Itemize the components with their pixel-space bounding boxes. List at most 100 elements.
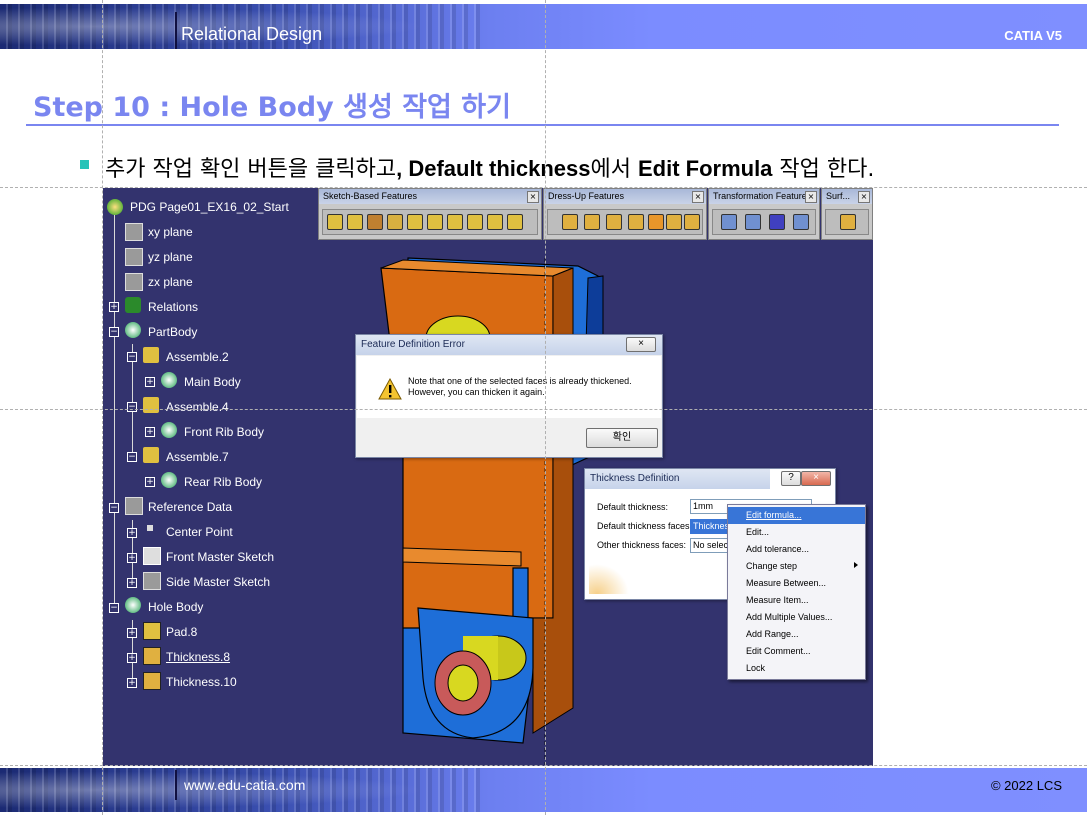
split-icon[interactable] bbox=[840, 214, 856, 230]
expand-icon[interactable]: + bbox=[127, 578, 137, 588]
menu-item-edit[interactable]: Edit... bbox=[728, 524, 865, 541]
menu-item-measure-between[interactable]: Measure Between... bbox=[728, 575, 865, 592]
expand-icon[interactable]: + bbox=[145, 427, 155, 437]
menu-item-lock[interactable]: Lock bbox=[728, 660, 865, 677]
menu-item-measure-item[interactable]: Measure Item... bbox=[728, 592, 865, 609]
tree-item-pad-8[interactable]: Pad.8 bbox=[166, 625, 197, 639]
expand-icon[interactable]: + bbox=[145, 377, 155, 387]
translation-icon[interactable] bbox=[721, 214, 737, 230]
hole-icon[interactable] bbox=[387, 214, 403, 230]
spec-tree[interactable]: PDG Page01_EX16_02_Start xy plane yz pla… bbox=[103, 188, 303, 698]
close-icon[interactable]: × bbox=[527, 191, 539, 203]
collapse-icon[interactable]: − bbox=[127, 452, 137, 462]
close-icon[interactable]: × bbox=[858, 191, 870, 203]
thread-icon[interactable] bbox=[666, 214, 682, 230]
pocket-icon[interactable] bbox=[347, 214, 363, 230]
plane-icon bbox=[125, 273, 143, 291]
menu-item-change-step[interactable]: Change step bbox=[728, 558, 865, 575]
chamfer-icon[interactable] bbox=[584, 214, 600, 230]
slide-title: Step 10 : Hole Body 생성 작업 하기 bbox=[33, 92, 511, 123]
remove-face-icon[interactable] bbox=[684, 214, 700, 230]
expand-icon[interactable]: + bbox=[127, 528, 137, 538]
expand-icon[interactable]: + bbox=[127, 553, 137, 563]
help-button[interactable]: ? bbox=[781, 471, 801, 486]
tree-item-center-point[interactable]: Center Point bbox=[166, 525, 233, 539]
tree-item-xy-plane[interactable]: xy plane bbox=[148, 225, 193, 239]
expand-icon[interactable]: + bbox=[145, 477, 155, 487]
header-right-title: CATIA V5 bbox=[1004, 28, 1062, 43]
collapse-icon[interactable]: − bbox=[109, 327, 119, 337]
remove-loft-icon[interactable] bbox=[507, 214, 523, 230]
tree-item-partbody[interactable]: PartBody bbox=[148, 325, 197, 339]
mirror-icon[interactable] bbox=[745, 214, 761, 230]
shaft-icon[interactable] bbox=[367, 214, 383, 230]
tree-item-relations[interactable]: Relations bbox=[148, 300, 198, 314]
close-button[interactable]: × bbox=[801, 471, 831, 486]
collapse-icon[interactable]: − bbox=[127, 352, 137, 362]
pad-icon[interactable] bbox=[327, 214, 343, 230]
expand-icon[interactable]: + bbox=[109, 302, 119, 312]
tree-item-thickness-10[interactable]: Thickness.10 bbox=[166, 675, 237, 689]
menu-item-edit-formula[interactable]: Edit formula... bbox=[728, 507, 865, 524]
dialog-title: Feature Definition Error bbox=[356, 335, 662, 355]
close-icon[interactable]: × bbox=[692, 191, 704, 203]
tree-item-zx-plane[interactable]: zx plane bbox=[148, 275, 193, 289]
toolbar-icon-row bbox=[322, 209, 538, 235]
tree-item-assemble-4[interactable]: Assemble.4 bbox=[166, 400, 229, 414]
close-button[interactable]: × bbox=[626, 337, 656, 352]
relations-icon bbox=[125, 297, 141, 313]
menu-item-add-multiple-values[interactable]: Add Multiple Values... bbox=[728, 609, 865, 626]
close-icon[interactable]: × bbox=[805, 191, 817, 203]
tree-item-front-rib-body[interactable]: Front Rib Body bbox=[184, 425, 264, 439]
catia-viewport[interactable]: Sketch-Based Features × Dress-Up Feature… bbox=[103, 188, 873, 766]
instruction-text: 추가 작업 확인 버튼을 클릭하고, Default thickness에서 E… bbox=[105, 151, 874, 183]
tree-item-reference-data[interactable]: Reference Data bbox=[148, 500, 232, 514]
menu-item-edit-comment[interactable]: Edit Comment... bbox=[728, 643, 865, 660]
expand-icon[interactable]: + bbox=[127, 653, 137, 663]
stiffener-icon[interactable] bbox=[467, 214, 483, 230]
toolbar-transformation-features[interactable]: Transformation Features × bbox=[708, 188, 820, 240]
pattern-icon[interactable] bbox=[769, 214, 785, 230]
loft-icon[interactable] bbox=[487, 214, 503, 230]
scaling-icon[interactable] bbox=[793, 214, 809, 230]
tree-item-hole-body[interactable]: Hole Body bbox=[148, 600, 203, 614]
groove-icon[interactable] bbox=[407, 214, 423, 230]
part-icon bbox=[107, 199, 123, 215]
tree-item-thickness-8[interactable]: Thickness.8 bbox=[166, 650, 230, 664]
context-menu[interactable]: Edit formula... Edit... Add tolerance...… bbox=[727, 504, 866, 680]
tree-item-main-body[interactable]: Main Body bbox=[184, 375, 241, 389]
collapse-icon[interactable]: − bbox=[109, 603, 119, 613]
expand-icon[interactable]: + bbox=[127, 628, 137, 638]
rib-icon[interactable] bbox=[427, 214, 443, 230]
slot-icon[interactable] bbox=[447, 214, 463, 230]
tree-root[interactable]: PDG Page01_EX16_02_Start bbox=[130, 200, 289, 214]
toolbar-sketch-based-features[interactable]: Sketch-Based Features × bbox=[318, 188, 542, 240]
tree-item-front-master-sketch[interactable]: Front Master Sketch bbox=[166, 550, 274, 564]
tree-item-assemble-2[interactable]: Assemble.2 bbox=[166, 350, 229, 364]
sketch-icon bbox=[143, 547, 161, 565]
tree-item-side-master-sketch[interactable]: Side Master Sketch bbox=[166, 575, 270, 589]
expand-icon[interactable]: + bbox=[127, 678, 137, 688]
draft-icon[interactable] bbox=[606, 214, 622, 230]
menu-item-add-tolerance[interactable]: Add tolerance... bbox=[728, 541, 865, 558]
tree-item-yz-plane[interactable]: yz plane bbox=[148, 250, 193, 264]
error-message-line2: However, you can thicken it again. bbox=[408, 387, 545, 397]
thickness-icon[interactable] bbox=[648, 214, 664, 230]
feature-definition-error-dialog[interactable]: Feature Definition Error × Note that one… bbox=[355, 334, 663, 458]
toolbar-surface-features[interactable]: Surf... × bbox=[821, 188, 873, 240]
sketch-icon bbox=[143, 572, 161, 590]
thickness-icon bbox=[143, 647, 161, 665]
default-faces-label: Default thickness faces: bbox=[597, 521, 693, 531]
collapse-icon[interactable]: − bbox=[127, 402, 137, 412]
shell-icon[interactable] bbox=[628, 214, 644, 230]
thickness-icon bbox=[143, 672, 161, 690]
tree-item-assemble-7[interactable]: Assemble.7 bbox=[166, 450, 229, 464]
toolbar-dress-up-features[interactable]: Dress-Up Features × bbox=[543, 188, 707, 240]
collapse-icon[interactable]: − bbox=[109, 503, 119, 513]
ok-button[interactable]: 확인 bbox=[586, 428, 658, 448]
tree-item-rear-rib-body[interactable]: Rear Rib Body bbox=[184, 475, 262, 489]
fillet-icon[interactable] bbox=[562, 214, 578, 230]
menu-item-add-range[interactable]: Add Range... bbox=[728, 626, 865, 643]
guide-line bbox=[0, 409, 1087, 410]
assemble-icon bbox=[143, 347, 159, 363]
